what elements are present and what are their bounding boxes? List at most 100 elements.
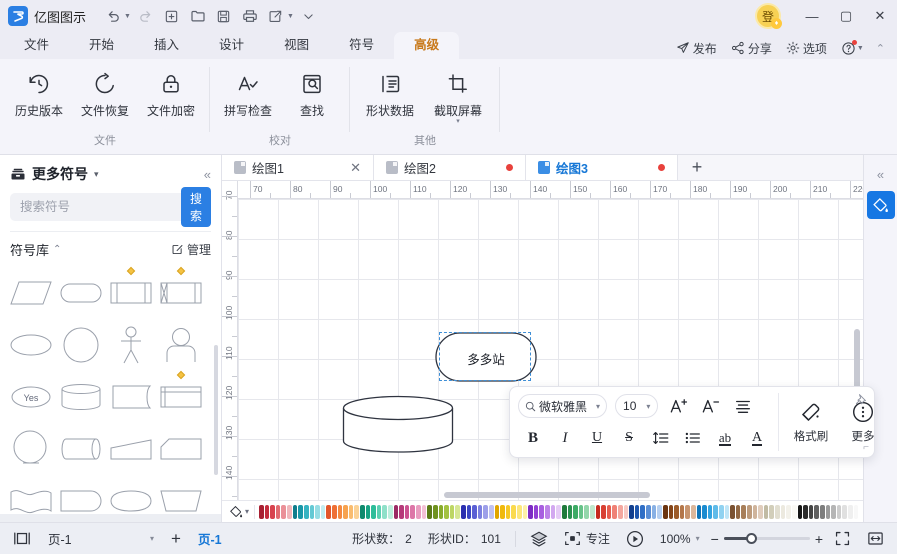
color-swatch[interactable] [584, 505, 589, 519]
color-swatch[interactable] [461, 505, 466, 519]
color-swatch[interactable] [859, 505, 863, 519]
shape-parallelogram[interactable] [6, 267, 56, 319]
color-swatch[interactable] [753, 505, 758, 519]
color-swatch[interactable] [792, 505, 797, 519]
color-swatch[interactable] [506, 505, 511, 519]
export-caret-icon[interactable]: ▼ [287, 13, 294, 20]
document-tab-1[interactable]: 绘图1 ✕ [222, 155, 374, 180]
color-swatch[interactable] [270, 505, 275, 519]
zoom-slider[interactable]: − + [711, 531, 823, 547]
color-swatch[interactable] [354, 505, 359, 519]
color-swatch[interactable] [495, 505, 500, 519]
shape-yes-oval[interactable]: Yes [6, 371, 56, 423]
color-swatch[interactable] [758, 505, 763, 519]
shape-cylinder[interactable] [56, 371, 106, 423]
color-swatch[interactable] [764, 505, 769, 519]
undo-button[interactable] [100, 4, 126, 28]
color-swatch[interactable] [769, 505, 774, 519]
color-swatch[interactable] [719, 505, 724, 519]
color-swatch[interactable] [455, 505, 460, 519]
color-swatch[interactable] [809, 505, 814, 519]
color-swatch[interactable] [730, 505, 735, 519]
text-align-button[interactable] [728, 393, 758, 419]
format-painter-button[interactable]: 格式刷 [785, 393, 837, 451]
color-swatch[interactable] [820, 505, 825, 519]
color-swatch[interactable] [332, 505, 337, 519]
shape-internal-storage[interactable] [156, 267, 206, 319]
tab-design[interactable]: 设计 [199, 32, 264, 59]
spell-check-button[interactable]: 拼写检查 [216, 65, 280, 132]
shape-rounded-right-box[interactable] [56, 475, 106, 514]
color-swatch[interactable] [607, 505, 612, 519]
color-swatch[interactable] [725, 505, 730, 519]
maximize-button[interactable]: ▢ [829, 0, 863, 32]
screenshot-dropdown-caret-icon[interactable]: ▾ [456, 119, 460, 125]
save-button[interactable] [211, 4, 237, 28]
color-swatch[interactable] [281, 505, 286, 519]
color-swatch[interactable] [551, 505, 556, 519]
sidebar-scrollbar[interactable] [214, 345, 218, 475]
color-swatch[interactable] [539, 505, 544, 519]
color-swatch[interactable] [382, 505, 387, 519]
color-swatch[interactable] [624, 505, 629, 519]
close-button[interactable]: ✕ [863, 0, 897, 32]
color-swatch[interactable] [601, 505, 606, 519]
color-swatch[interactable] [489, 505, 494, 519]
close-tab-icon[interactable]: ✕ [350, 160, 361, 176]
add-document-tab-button[interactable]: + [678, 155, 716, 180]
options-button[interactable]: 选项 [780, 37, 833, 59]
shape-ellipse[interactable] [6, 319, 56, 371]
share-button[interactable]: 分享 [725, 37, 778, 59]
page-selector-caret-icon[interactable]: ▾ [150, 534, 154, 543]
color-swatch[interactable] [472, 505, 477, 519]
color-swatch[interactable] [741, 505, 746, 519]
shape-user-avatar[interactable] [156, 319, 206, 371]
unsaved-indicator-dot[interactable] [506, 164, 513, 171]
zoom-in-button[interactable]: + [815, 531, 823, 547]
login-avatar[interactable]: 登 ♦ [755, 3, 781, 29]
color-swatch[interactable] [298, 505, 303, 519]
shape-trapezoid[interactable] [156, 475, 206, 514]
shape-wave-flag[interactable] [6, 475, 56, 514]
color-swatch[interactable] [663, 505, 668, 519]
manage-library-button[interactable]: 管理 [171, 241, 211, 258]
search-input[interactable] [20, 200, 181, 214]
color-swatch[interactable] [371, 505, 376, 519]
color-swatch[interactable] [669, 505, 674, 519]
color-swatch[interactable] [450, 505, 455, 519]
horizontal-ruler[interactable]: 7080901001101201301401501601701801902002… [238, 181, 863, 199]
color-swatch[interactable] [366, 505, 371, 519]
quick-access-more-button[interactable] [296, 4, 322, 28]
zoom-out-button[interactable]: − [711, 531, 719, 547]
right-panel-collapse-button[interactable]: « [877, 159, 884, 189]
page-selector[interactable]: 页-1 ▾ [42, 528, 160, 550]
bold-button[interactable]: B [518, 425, 548, 451]
shape-circle[interactable] [56, 319, 106, 371]
decrease-font-size-button[interactable] [696, 393, 726, 419]
color-swatch[interactable] [259, 505, 264, 519]
color-swatch[interactable] [534, 505, 539, 519]
open-file-button[interactable] [185, 4, 211, 28]
color-swatch[interactable] [775, 505, 780, 519]
color-swatch[interactable] [842, 505, 847, 519]
current-page-label[interactable]: 页-1 [192, 529, 228, 548]
color-swatch[interactable] [803, 505, 808, 519]
color-swatch[interactable] [287, 505, 292, 519]
chevron-up-icon[interactable]: ⌃ [53, 244, 61, 255]
color-swatch[interactable] [747, 505, 752, 519]
page-layout-button[interactable] [8, 531, 36, 546]
history-version-button[interactable]: 历史版本 [6, 65, 72, 132]
zoom-slider-knob[interactable] [746, 533, 757, 544]
shape-data-button[interactable]: 形状数据 [356, 65, 424, 132]
color-swatch[interactable] [399, 505, 404, 519]
color-swatch[interactable] [511, 505, 516, 519]
undo-caret-icon[interactable]: ▼ [124, 13, 131, 20]
color-swatch[interactable] [596, 505, 601, 519]
shape-horizontal-cylinder[interactable] [56, 423, 106, 475]
layers-button[interactable] [525, 530, 553, 548]
color-swatch[interactable] [405, 505, 410, 519]
italic-button[interactable]: I [550, 425, 580, 451]
color-swatch[interactable] [338, 505, 343, 519]
color-swatch[interactable] [377, 505, 382, 519]
zoom-level[interactable]: 100% ▾ [655, 532, 705, 546]
